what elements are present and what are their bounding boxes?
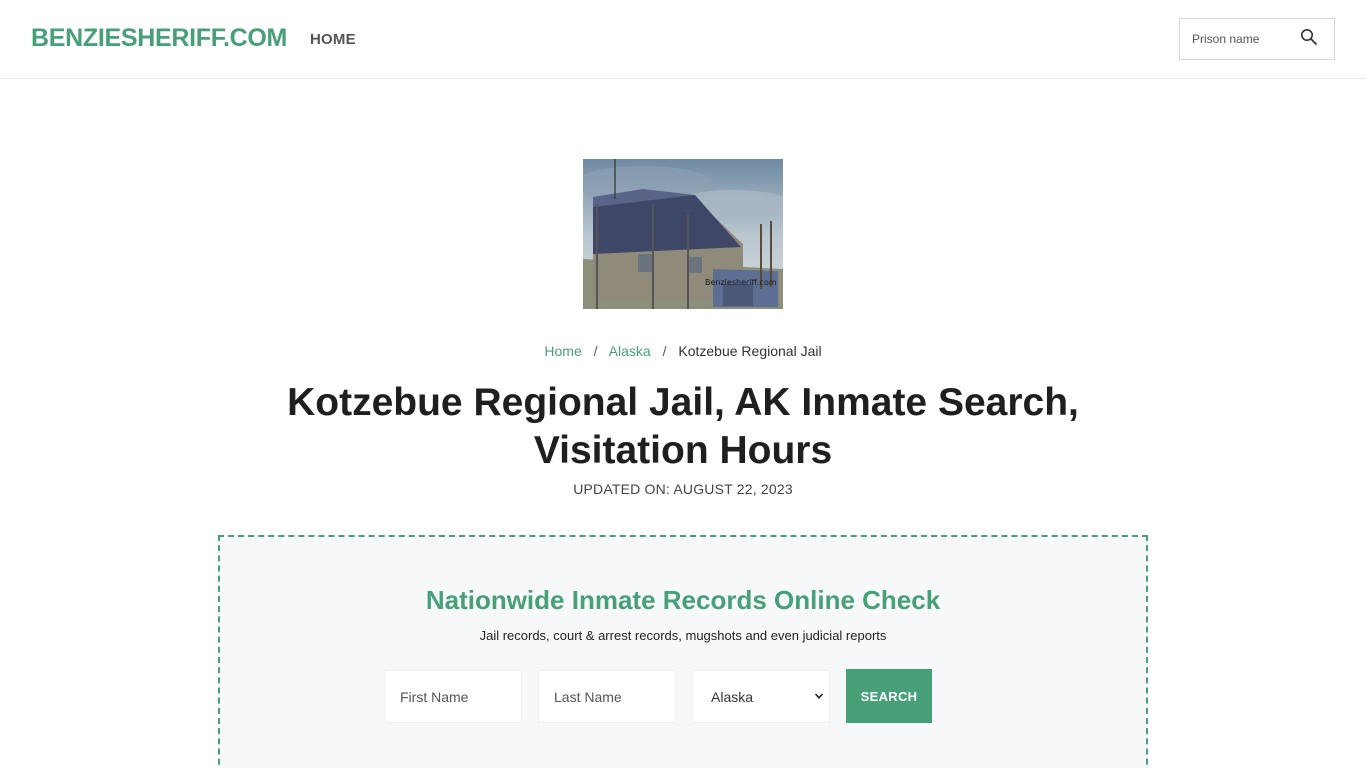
breadcrumb-current: Kotzebue Regional Jail: [678, 343, 822, 359]
page-title: Kotzebue Regional Jail, AK Inmate Search…: [287, 381, 1079, 472]
breadcrumb-separator: /: [662, 343, 667, 359]
records-title: Nationwide Inmate Records Online Check: [425, 585, 941, 615]
search-icon: [1301, 28, 1317, 45]
search-button[interactable]: [1298, 27, 1320, 49]
jail-photo: Benziesheriff.com: [583, 159, 783, 309]
first-name-input[interactable]: [384, 670, 522, 723]
breadcrumb-separator: /: [593, 343, 598, 359]
breadcrumb: Home / Alaska / Kotzebue Regional Jail: [0, 343, 1366, 359]
image-watermark: Benziesheriff.com: [705, 278, 777, 287]
site-header: BENZIESHERIFF.COM HOME: [0, 0, 1366, 79]
breadcrumb-alaska[interactable]: Alaska: [609, 343, 651, 359]
records-subtitle: Jail records, court & arrest records, mu…: [479, 628, 887, 643]
site-logo[interactable]: BENZIESHERIFF.COM: [31, 24, 287, 53]
prison-search: [1179, 18, 1335, 60]
state-select[interactable]: Alaska: [692, 670, 830, 723]
nav-home-link[interactable]: HOME: [310, 31, 356, 48]
search-submit-button[interactable]: SEARCH: [846, 669, 932, 723]
prison-search-input[interactable]: [1180, 19, 1298, 59]
inmate-records-search: Nationwide Inmate Records Online Check J…: [218, 535, 1148, 768]
updated-date: UPDATED ON: AUGUST 22, 2023: [573, 481, 793, 497]
breadcrumb-home[interactable]: Home: [544, 343, 581, 359]
last-name-input[interactable]: [538, 670, 676, 723]
